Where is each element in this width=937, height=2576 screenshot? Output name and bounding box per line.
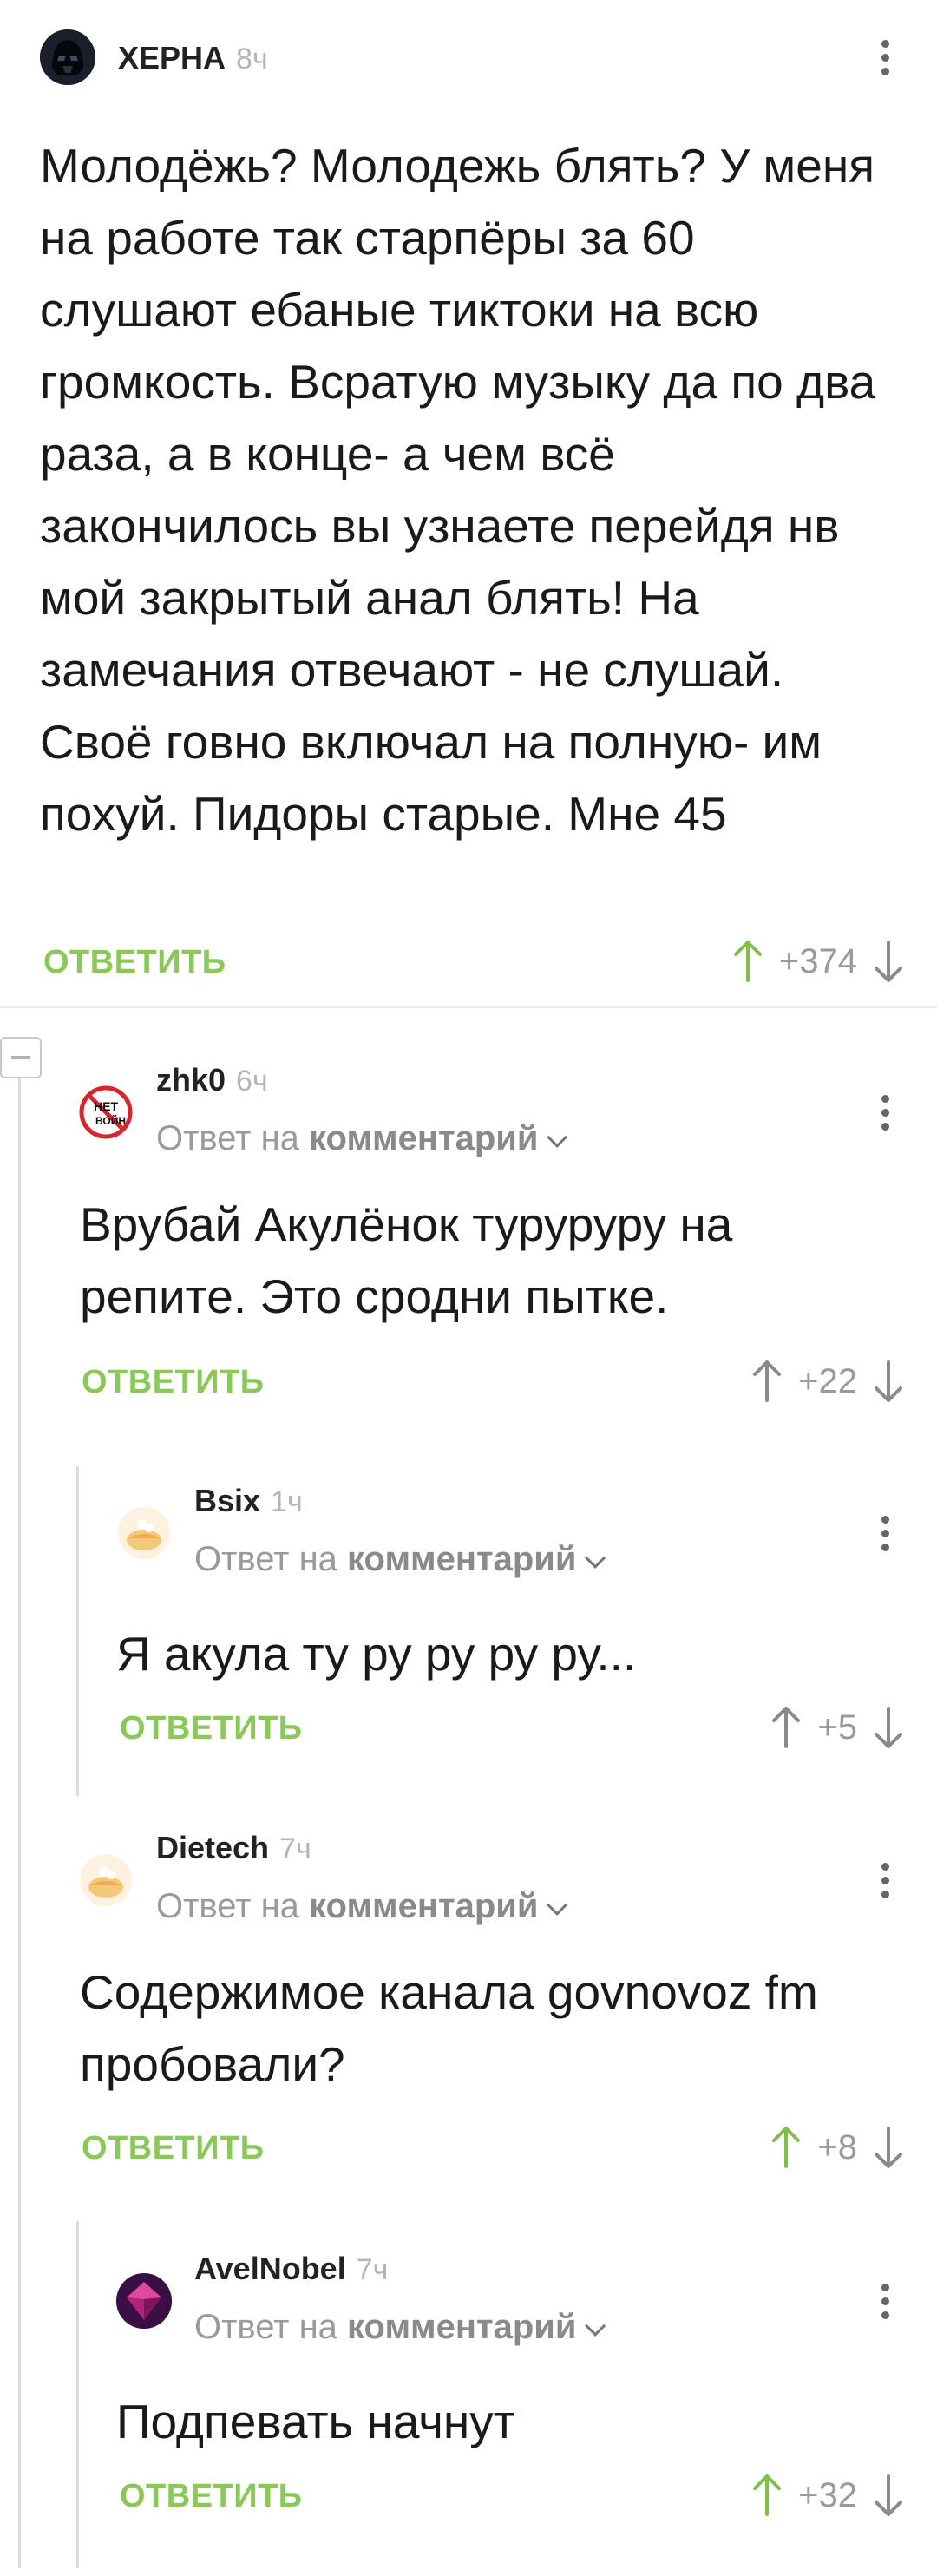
vote-controls: +22 <box>750 1355 906 1407</box>
thread-line-level-2 <box>76 1466 79 1796</box>
chevron-down-icon[interactable] <box>585 1547 606 1569</box>
author-name[interactable]: Bsix <box>194 1483 260 1518</box>
comment-body: Врубай Акулёнок туруруру на репите. Это … <box>80 1197 733 1323</box>
comment-body: Подпевать начнут <box>116 2395 515 2448</box>
reply-to-prefix: Ответ на <box>194 2308 337 2346</box>
reply-to-link[interactable]: Ответ на комментарий <box>156 1119 568 1158</box>
upvote-arrow-icon[interactable] <box>769 1703 803 1752</box>
vote-count: +5 <box>817 1708 857 1747</box>
more-options-icon[interactable] <box>859 1086 911 1138</box>
more-options-icon[interactable] <box>859 1854 911 1906</box>
comment-author[interactable]: ХЕРНА 8ч <box>118 40 268 76</box>
reply-button[interactable]: ОТВЕТИТЬ <box>82 2130 265 2167</box>
downvote-arrow-icon[interactable] <box>871 1357 906 1406</box>
svg-text:ВОЙН: ВОЙН <box>95 1114 126 1127</box>
comment-time: 7ч <box>356 2253 389 2286</box>
thread-line-level-1 <box>18 1076 21 2568</box>
downvote-arrow-icon[interactable] <box>871 2123 906 2172</box>
default-cake-avatar-icon[interactable] <box>116 1505 172 1561</box>
comment-time: 1ч <box>271 1485 303 1518</box>
author-name[interactable]: ХЕРНА <box>118 40 226 75</box>
reply-to-prefix: Ответ на <box>156 1887 299 1925</box>
chevron-down-icon[interactable] <box>547 1126 568 1148</box>
comment-author[interactable]: zhk0 6ч <box>156 1062 268 1098</box>
upvote-arrow-icon[interactable] <box>769 2123 803 2172</box>
purple-gem-avatar-icon[interactable] <box>116 2273 172 2329</box>
comment-body: Я акула ту ру ру ру ру... <box>116 1627 637 1681</box>
reply-to-target[interactable]: комментарий <box>309 1119 538 1157</box>
downvote-arrow-icon[interactable] <box>871 2471 906 2520</box>
reply-button[interactable]: ОТВЕТИТЬ <box>43 944 226 981</box>
vote-controls: +5 <box>769 1701 906 1753</box>
divider <box>0 1006 937 1008</box>
upvote-arrow-icon[interactable] <box>750 2471 784 2520</box>
reply-to-link[interactable]: Ответ на комментарий <box>156 1887 568 1926</box>
comment-author[interactable]: AvelNobel 7ч <box>194 2251 388 2287</box>
chevron-down-icon[interactable] <box>547 1894 568 1916</box>
reply-to-prefix: Ответ на <box>194 1540 337 1578</box>
author-name[interactable]: zhk0 <box>156 1062 226 1098</box>
vote-controls: +374 <box>731 935 906 987</box>
comment-time: 8ч <box>236 43 268 75</box>
comment-body: Молодёжь? Молодежь блять? У меня на рабо… <box>40 139 876 841</box>
upvote-arrow-icon[interactable] <box>731 937 765 986</box>
reply-button[interactable]: ОТВЕТИТЬ <box>120 1710 303 1747</box>
comment-author[interactable]: Bsix 1ч <box>194 1483 303 1519</box>
thread-line-level-2b <box>76 2221 79 2568</box>
no-war-avatar-icon[interactable]: НЕТ ВОЙН <box>78 1085 134 1140</box>
upvote-arrow-icon[interactable] <box>750 1357 784 1406</box>
reply-button[interactable]: ОТВЕТИТЬ <box>120 2478 303 2515</box>
chevron-down-icon[interactable] <box>585 2315 606 2337</box>
reply-to-prefix: Ответ на <box>156 1119 299 1157</box>
comment-time: 6ч <box>236 1065 268 1098</box>
vote-count: +32 <box>798 2475 857 2514</box>
vote-count: +8 <box>817 2127 857 2166</box>
more-options-icon[interactable] <box>859 31 911 83</box>
reply-to-target[interactable]: комментарий <box>347 2308 576 2346</box>
reply-to-target[interactable]: комментарий <box>309 1887 538 1925</box>
svg-text:НЕТ: НЕТ <box>94 1099 118 1113</box>
vote-controls: +32 <box>750 2469 906 2521</box>
reply-to-link[interactable]: Ответ на комментарий <box>194 1540 606 1579</box>
more-options-icon[interactable] <box>859 2275 911 2327</box>
vote-count: +22 <box>798 1361 857 1400</box>
vote-count: +374 <box>778 941 857 980</box>
comment-body: Содержимое канала govnovoz fm пробовали? <box>80 1965 818 2091</box>
more-options-icon[interactable] <box>859 1507 911 1559</box>
comment-author[interactable]: Dietech 7ч <box>156 1830 311 1866</box>
default-cake-avatar-icon[interactable] <box>78 1852 134 1908</box>
comment-time: 7ч <box>279 1832 311 1865</box>
darth-vader-avatar-icon[interactable] <box>40 29 95 85</box>
vote-controls: +8 <box>769 2121 906 2173</box>
reply-button[interactable]: ОТВЕТИТЬ <box>82 1364 265 1401</box>
downvote-arrow-icon[interactable] <box>871 937 906 986</box>
reply-to-link[interactable]: Ответ на комментарий <box>194 2308 606 2347</box>
author-name[interactable]: Dietech <box>156 1830 269 1865</box>
downvote-arrow-icon[interactable] <box>871 1703 906 1752</box>
collapse-thread-button[interactable] <box>0 1037 42 1078</box>
reply-to-target[interactable]: комментарий <box>347 1540 576 1578</box>
author-name[interactable]: AvelNobel <box>194 2251 346 2286</box>
